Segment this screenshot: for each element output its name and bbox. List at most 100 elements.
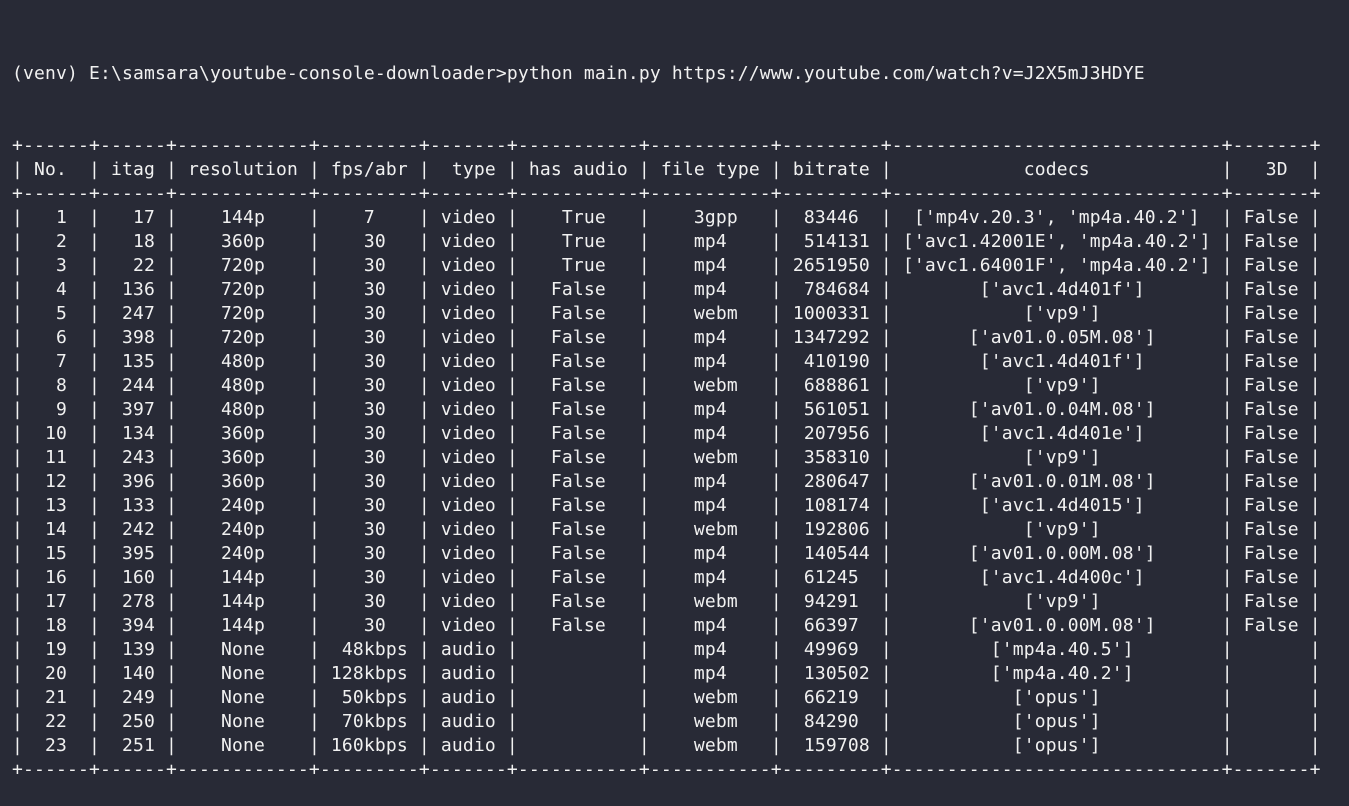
cell-codecs: ['avc1.4d401f']: [891, 351, 1222, 372]
column-separator: |: [88, 735, 100, 756]
column-separator: |: [506, 519, 518, 540]
cell-codecs: ['mp4a.40.5']: [891, 639, 1222, 660]
column-separator: |: [880, 735, 892, 756]
column-separator: |: [770, 711, 782, 732]
cell-resolution: 144p: [176, 567, 309, 588]
cell-resolution: None: [176, 687, 309, 708]
cell-has-audio: False: [517, 279, 639, 300]
column-separator: |: [638, 303, 650, 324]
cell-has-audio: True: [517, 255, 639, 276]
column-separator: |: [880, 471, 892, 492]
column-separator: |: [308, 303, 320, 324]
column-separator: |: [88, 639, 100, 660]
cell-file-type: mp4: [649, 327, 771, 348]
column-separator: |: [1309, 663, 1321, 684]
column-separator: |: [88, 423, 100, 444]
cell-no: 2: [23, 231, 89, 252]
column-separator: |: [418, 255, 430, 276]
cell-resolution: 144p: [176, 591, 309, 612]
cell-file-type: 3gpp: [649, 207, 771, 228]
cell-no: 16: [23, 567, 89, 588]
cell-file-type: webm: [649, 591, 771, 612]
cell-bitrate: 561051: [781, 399, 881, 420]
table-bottom-border: +------+------+------------+---------+--…: [12, 759, 1321, 780]
cell-has-audio: False: [517, 327, 639, 348]
column-separator: |: [1221, 471, 1233, 492]
column-separator: |: [308, 735, 320, 756]
cell-resolution: 720p: [176, 303, 309, 324]
column-separator: |: [165, 303, 177, 324]
cell-threed: False: [1232, 447, 1310, 468]
shell-prompt: (venv) E:\samsara\youtube-console-downlo…: [12, 63, 507, 84]
cell-fps-abr: 30: [319, 495, 419, 516]
column-separator: |: [88, 447, 100, 468]
cell-fps-abr: 30: [319, 519, 419, 540]
cell-file-type: mp4: [649, 399, 771, 420]
cell-codecs: ['mp4a.40.2']: [891, 663, 1222, 684]
cell-has-audio: True: [517, 207, 639, 228]
column-separator: |: [770, 615, 782, 636]
column-separator: |: [638, 591, 650, 612]
table-row: | 17 | 278 | 144p | 30 | video | False |…: [12, 590, 1321, 614]
column-separator: |: [12, 735, 23, 756]
column-separator: |: [770, 255, 782, 276]
column-separator: |: [418, 567, 430, 588]
table-row: | 8 | 244 | 480p | 30 | video | False | …: [12, 374, 1321, 398]
column-separator: |: [880, 567, 892, 588]
cell-type: video: [429, 447, 507, 468]
column-separator: |: [770, 375, 782, 396]
column-separator: |: [165, 399, 177, 420]
cell-has-audio: False: [517, 351, 639, 372]
column-separator: |: [418, 231, 430, 252]
cell-itag: 395: [99, 543, 166, 564]
column-separator: |: [880, 615, 892, 636]
cell-threed: False: [1232, 303, 1310, 324]
cell-bitrate: 61245: [781, 567, 881, 588]
table-row: | 5 | 247 | 720p | 30 | video | False | …: [12, 302, 1321, 326]
column-separator: |: [506, 303, 518, 324]
cell-threed: False: [1232, 567, 1310, 588]
cell-type: video: [429, 567, 507, 588]
column-separator: |: [12, 567, 23, 588]
column-separator: |: [12, 231, 23, 252]
column-separator: |: [88, 543, 100, 564]
cell-threed: False: [1232, 231, 1310, 252]
column-separator: |: [638, 255, 650, 276]
column-separator: |: [12, 159, 23, 180]
column-separator: |: [1221, 375, 1233, 396]
cell-has-audio: False: [517, 567, 639, 588]
column-separator: |: [1309, 591, 1321, 612]
column-separator: |: [165, 231, 177, 252]
column-separator: |: [880, 591, 892, 612]
cell-itag: 17: [99, 207, 166, 228]
cell-bitrate: 66397: [781, 615, 881, 636]
cell-has-audio: False: [517, 399, 639, 420]
column-separator: |: [418, 327, 430, 348]
column-separator: |: [418, 399, 430, 420]
cell-bitrate: 410190: [781, 351, 881, 372]
column-separator: |: [418, 495, 430, 516]
cell-resolution: 480p: [176, 375, 309, 396]
cell-resolution: 240p: [176, 519, 309, 540]
column-separator: |: [12, 663, 23, 684]
cell-bitrate: 1347292: [781, 327, 881, 348]
column-separator: |: [308, 687, 320, 708]
column-separator: |: [308, 231, 320, 252]
cell-file-type: mp4: [649, 639, 771, 660]
cell-codecs: ['avc1.42001E', 'mp4a.40.2']: [891, 231, 1222, 252]
column-separator: |: [638, 231, 650, 252]
table-row: | 19 | 139 | None | 48kbps | audio | | m…: [12, 638, 1321, 662]
cell-file-type: webm: [649, 735, 771, 756]
column-separator: |: [506, 351, 518, 372]
cell-fps-abr: 30: [319, 231, 419, 252]
cell-bitrate: 94291: [781, 591, 881, 612]
cell-bitrate: 358310: [781, 447, 881, 468]
column-separator: |: [770, 639, 782, 660]
column-separator: |: [418, 663, 430, 684]
cell-fps-abr: 128kbps: [319, 663, 419, 684]
column-separator: |: [418, 351, 430, 372]
column-separator: |: [418, 735, 430, 756]
cell-itag: 396: [99, 471, 166, 492]
cell-file-type: mp4: [649, 255, 771, 276]
cell-threed: False: [1232, 519, 1310, 540]
